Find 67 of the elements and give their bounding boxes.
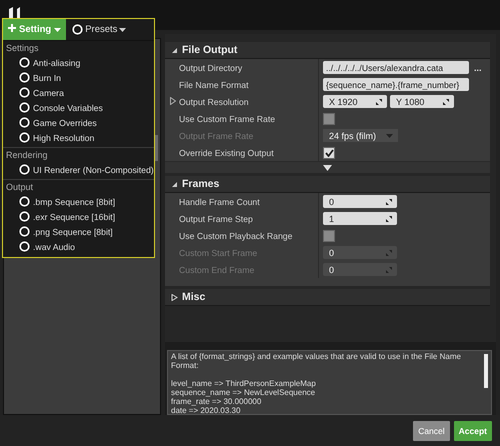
caret-icon bbox=[386, 134, 393, 138]
menu-item[interactable]: Anti-aliasing bbox=[3, 55, 154, 70]
circle-icon bbox=[72, 24, 84, 35]
expand-arrow-icon[interactable] bbox=[323, 164, 332, 170]
description-text: A list of {format_strings} and example values that are valid to use in the File Name Format: level_name => ThirdPersonExampleMap sequence_name => NewLevelSequence frame_rate => 30.000000 date => 2020.03.30 bbox=[171, 353, 462, 414]
circle-icon bbox=[19, 102, 30, 113]
drag-handle-icon bbox=[385, 248, 393, 256]
menu-item[interactable]: UI Renderer (Non-Composited) bbox=[3, 162, 154, 177]
menu-heading: Settings bbox=[5, 42, 40, 55]
menu-item[interactable]: Camera bbox=[3, 85, 154, 100]
circle-icon bbox=[19, 87, 30, 98]
circle-icon bbox=[19, 117, 30, 128]
menu-item[interactable]: High Resolution bbox=[3, 130, 154, 145]
number-field[interactable]: Y 1080 bbox=[390, 95, 454, 108]
category-header[interactable]: Frames bbox=[165, 176, 490, 193]
presets-button[interactable]: Presets bbox=[72, 24, 126, 35]
plus-icon bbox=[8, 24, 16, 32]
circle-icon bbox=[19, 164, 30, 175]
property-label: File Name Format bbox=[179, 80, 249, 90]
menu-item[interactable]: Game Overrides bbox=[3, 115, 154, 130]
circle-icon bbox=[19, 241, 30, 252]
drag-handle-icon bbox=[385, 198, 393, 206]
checkbox[interactable] bbox=[323, 112, 335, 124]
menu-item[interactable]: .wav Audio bbox=[3, 239, 154, 254]
checkbox[interactable] bbox=[323, 146, 335, 158]
property-label: Output Directory bbox=[179, 62, 242, 72]
number-field[interactable]: 0 bbox=[323, 195, 397, 208]
category-header[interactable]: File Output bbox=[165, 42, 490, 59]
menu-heading: Rendering bbox=[5, 149, 49, 162]
circle-icon bbox=[19, 196, 30, 207]
property-label: Output Resolution bbox=[179, 96, 249, 106]
drag-handle-icon bbox=[442, 98, 450, 106]
scrollbar-thumb[interactable] bbox=[484, 354, 488, 388]
property-label: Use Custom Playback Range bbox=[179, 230, 292, 240]
menu-item[interactable]: .bmp Sequence [8bit] bbox=[3, 194, 154, 209]
circle-icon bbox=[19, 72, 30, 83]
drag-handle-icon bbox=[375, 98, 383, 106]
collapsed-arrow-icon bbox=[170, 97, 176, 105]
circle-icon bbox=[19, 226, 30, 237]
checkmark-icon bbox=[324, 148, 334, 156]
property-label: Output Frame Step bbox=[179, 214, 253, 224]
expanded-arrow-icon bbox=[171, 46, 178, 54]
menu-heading: Output bbox=[5, 181, 34, 194]
text-field[interactable]: ../../../../../Users/alexandra.cata bbox=[323, 61, 469, 74]
drag-handle-icon bbox=[385, 266, 393, 274]
circle-icon bbox=[19, 211, 30, 222]
property-label: Custom End Frame bbox=[179, 264, 254, 274]
property-label: Output Frame Rate bbox=[179, 130, 254, 140]
drag-handle-icon bbox=[385, 214, 393, 222]
menu-item[interactable]: Burn In bbox=[3, 70, 154, 85]
circle-icon bbox=[19, 57, 30, 68]
property-label: Use Custom Frame Rate bbox=[179, 114, 276, 124]
category-header[interactable]: Misc bbox=[165, 289, 490, 306]
text-field[interactable]: {sequence_name}.{frame_number} bbox=[323, 78, 469, 91]
menu-item[interactable]: .exr Sequence [16bit] bbox=[3, 209, 154, 224]
browse-button[interactable]: ... bbox=[472, 62, 484, 72]
expanded-arrow-icon bbox=[171, 180, 178, 188]
number-field[interactable]: X 1920 bbox=[323, 95, 387, 108]
collapsed-arrow-icon bbox=[171, 294, 178, 300]
property-label: Override Existing Output bbox=[179, 148, 274, 158]
checkbox[interactable] bbox=[323, 230, 335, 242]
number-field[interactable]: 1 bbox=[323, 212, 397, 225]
menu-item[interactable]: .png Sequence [8bit] bbox=[3, 224, 154, 239]
property-label: Handle Frame Count bbox=[179, 196, 260, 206]
menu-item[interactable]: Console Variables bbox=[3, 100, 154, 115]
property-label: Custom Start Frame bbox=[179, 248, 258, 258]
circle-icon bbox=[19, 132, 30, 143]
